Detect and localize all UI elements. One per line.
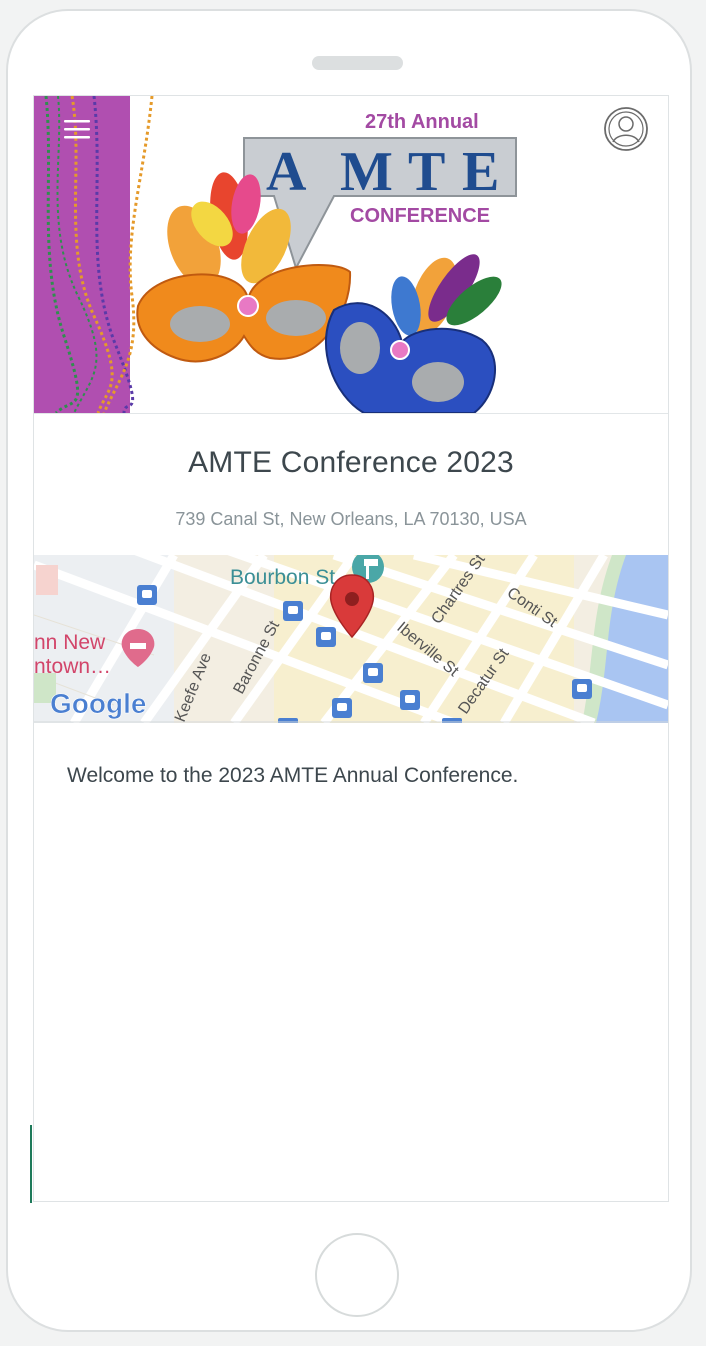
menu-icon	[64, 120, 90, 139]
banner-subtitle-top: 27th Annual	[365, 111, 479, 133]
welcome-message: Welcome to the 2023 AMTE Annual Conferen…	[67, 764, 519, 787]
orange-mask	[136, 264, 352, 363]
phone-speaker	[312, 56, 403, 70]
banner-subtitle-bottom: CONFERENCE	[350, 205, 490, 227]
map-label-hotel-line1: nn New	[34, 631, 106, 654]
banner-artwork: 27th Annual A M T E CONFERENCE	[34, 96, 517, 413]
user-avatar-icon	[604, 107, 648, 151]
menu-button[interactable]	[60, 114, 94, 146]
profile-button[interactable]	[603, 106, 649, 152]
logo-letter-m: M	[340, 141, 393, 203]
phone-home-button[interactable]	[315, 1233, 399, 1317]
scroll-indicator	[30, 1125, 32, 1203]
logo-letter-a: A	[266, 141, 307, 203]
map-label-poi: Bourbon St	[230, 566, 335, 589]
map-canvas: Bourbon St Chartres St Conti St Ibervill…	[34, 555, 668, 723]
banner-divider	[34, 413, 668, 414]
event-title: AMTE Conference 2023	[188, 446, 514, 479]
venue-map[interactable]: Bourbon St Chartres St Conti St Ibervill…	[34, 555, 668, 723]
map-label-hotel-line2: ntown…	[34, 655, 111, 678]
map-attribution: Google	[50, 688, 146, 719]
event-banner: 27th Annual A M T E CONFERENCE	[34, 96, 668, 413]
blue-mask-feathers	[391, 254, 502, 336]
logo-letter-e: E	[462, 141, 499, 203]
event-address: 739 Canal St, New Orleans, LA 70130, USA	[175, 509, 527, 529]
logo-letter-t: T	[408, 141, 445, 203]
app-screen: 27th Annual A M T E CONFERENCE AMTE Conf…	[33, 95, 669, 1202]
